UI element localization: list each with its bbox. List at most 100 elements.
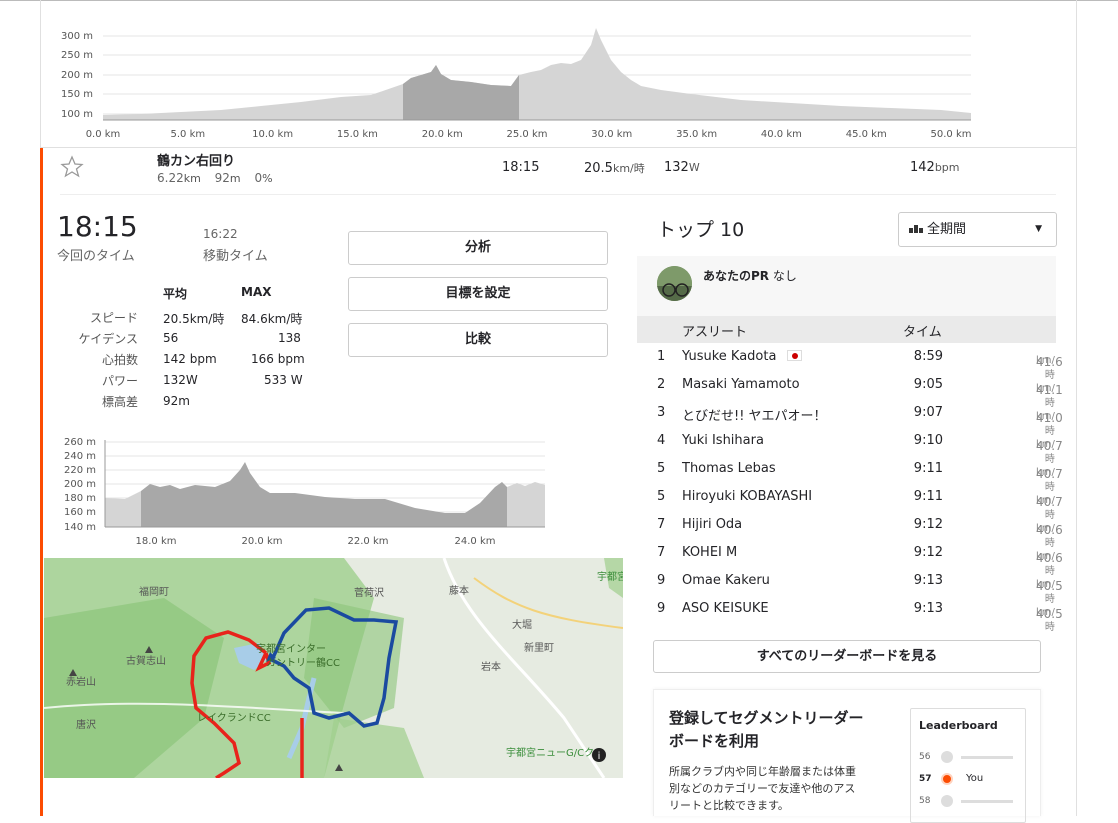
leaderboard-row[interactable]: 5 Thomas Lebas 9:11 40.7 km/時	[637, 455, 1063, 493]
leaderboard-row[interactable]: 2 Masaki Yamamoto 9:05 41.1 km/時	[637, 371, 1063, 409]
y-tick-label: 200 m	[64, 479, 96, 490]
speed-value: 20.5	[584, 161, 613, 176]
analyze-button[interactable]: 分析	[348, 231, 608, 265]
stat-avg-cadence: 56	[163, 331, 179, 345]
compare-button[interactable]: 比較	[348, 323, 608, 357]
y-tick-label: 250 m	[61, 50, 93, 61]
power-value: 132	[664, 160, 689, 175]
segment-grade: 0	[254, 171, 263, 185]
row-divider	[60, 194, 1056, 195]
x-tick-label: 40.0 km	[761, 129, 802, 140]
hr-unit: bpm	[934, 161, 960, 174]
map-label-okubo: 大堀	[512, 618, 532, 631]
card-rank-57: 57	[919, 774, 932, 784]
segment-map[interactable]: 福岡町 菅荷沢 藤本 宇都宮 大堀 新里町 岩本 古賀志山 赤岩山 唐沢 レイク…	[44, 558, 623, 778]
stat-avg-elev: 92m	[163, 394, 190, 408]
map-label-fukuoka: 福岡町	[139, 585, 169, 598]
lb-rank: 9	[657, 573, 666, 588]
distance-unit: km	[183, 172, 201, 185]
segment-hr: 142bpm	[910, 160, 960, 175]
lb-time: 9:05	[913, 377, 943, 392]
col-max-header: MAX	[241, 285, 272, 299]
lb-athlete-name[interactable]: Yuki Ishihara	[682, 433, 764, 448]
moving-time-label: 移動タイム	[203, 249, 268, 264]
x-tick-label: 30.0 km	[591, 129, 632, 140]
leaderboard-row[interactable]: 5 Hiroyuki KOBAYASHI 9:11 40.7 km/時	[637, 483, 1063, 521]
stat-label-speed: スピード	[89, 311, 138, 325]
map-label-koga: 古賀志山	[126, 654, 166, 667]
card-you: You	[966, 773, 984, 784]
stat-label-hr: 心拍数	[101, 353, 138, 367]
lb-time: 9:11	[913, 489, 943, 504]
x-tick-label: 20.0 km	[422, 129, 463, 140]
y-tick-label: 180 m	[64, 493, 96, 504]
favorite-star-icon[interactable]	[60, 155, 84, 179]
leaderboard-row[interactable]: 7 KOHEI M 9:12 40.6 km/時	[637, 539, 1063, 577]
leaderboard-row[interactable]: 1 Yusuke Kadota 8:59 41.6 km/時	[637, 343, 1063, 381]
x-tick-label: 10.0 km	[252, 129, 293, 140]
map-label-newcc: 宇都宮ニューG/Cク	[506, 746, 594, 759]
lb-athlete-name[interactable]: Omae Kakeru	[682, 573, 770, 588]
y-tick-label: 260 m	[64, 437, 96, 448]
stat-avg-speed: 20.5km/時	[163, 312, 225, 326]
lb-athlete-name[interactable]: ASO KEISUKE	[682, 601, 769, 616]
map-label-iwamoto: 岩本	[481, 660, 501, 673]
leaderboard-row[interactable]: 3 とびだせ!! ヤエパオー！ 9:07 41.0 km/時	[637, 399, 1063, 437]
lb-time: 9:12	[913, 517, 943, 532]
map-label-shiraishi: 菅荷沢	[354, 586, 384, 599]
leaderboard-row[interactable]: 9 ASO KEISUKE 9:13 40.5 km/時	[637, 595, 1063, 633]
map-label-interchange: 宇都宮インター	[256, 642, 326, 655]
lb-athlete-name[interactable]: Hiroyuki KOBAYASHI	[682, 489, 812, 504]
card-bar	[961, 800, 1013, 803]
activity-elevation-chart[interactable]: 300 m 250 m 200 m 150 m 100 m 0.0 km 5.0 km 10…	[41, 0, 1078, 148]
map-label-shinsato: 新里町	[524, 641, 554, 654]
lb-athlete-name[interactable]: とびだせ!! ヤエパオー！	[682, 405, 827, 424]
segment-elev: 92	[214, 171, 230, 185]
lb-athlete-name[interactable]: Masaki Yamamoto	[682, 377, 800, 392]
x-tick-label: 35.0 km	[676, 129, 717, 140]
y-tick-label: 220 m	[64, 465, 96, 476]
leaderboard-row[interactable]: 7 Hijiri Oda 9:12 40.6 km/時	[637, 511, 1063, 549]
period-filter-dropdown[interactable]: 全期間 ▼	[898, 212, 1057, 247]
segment-distance: 6.22	[157, 171, 184, 185]
info-icon[interactable]: i	[592, 748, 606, 762]
card-dot	[941, 751, 953, 763]
x-tick-label: 24.0 km	[455, 536, 496, 547]
lb-time: 9:13	[913, 601, 943, 616]
y-tick-label: 140 m	[64, 522, 96, 533]
lb-athlete-name[interactable]: KOHEI M	[682, 545, 737, 560]
lb-athlete-name[interactable]: Thomas Lebas	[682, 461, 776, 476]
lb-rank: 3	[657, 405, 666, 420]
card-rank-58: 58	[919, 796, 931, 806]
avatar[interactable]	[657, 266, 692, 301]
card-title: Leaderboard	[919, 719, 998, 732]
map-label-fujimoto: 藤本	[449, 584, 469, 597]
promo-title-1: 登録してセグメントリーダー	[669, 709, 864, 727]
leaderboard-row[interactable]: 4 Yuki Ishihara 9:10 40.7 km/時	[637, 427, 1063, 465]
pr-value: なし	[772, 269, 797, 283]
segment-highlight-area	[403, 65, 519, 120]
lb-athlete-name[interactable]: Hijiri Oda	[682, 517, 742, 532]
segment-name[interactable]: 鶴カン右回り	[157, 150, 235, 169]
lb-athlete-name[interactable]: Yusuke Kadota	[682, 349, 776, 364]
promo-title-2: ボードを利用	[669, 732, 760, 750]
segment-elevation-chart[interactable]: 260 m 240 m 220 m 200 m 180 m 160 m 140 m 18.0…	[55, 435, 555, 550]
view-all-leaderboards-button[interactable]: すべてのリーダーボードを見る	[653, 640, 1041, 673]
x-tick-label: 18.0 km	[136, 536, 177, 547]
lb-rank: 2	[657, 377, 666, 392]
japan-flag-icon	[787, 350, 803, 361]
map-label-karasawa: 唐沢	[76, 718, 96, 731]
stat-label-power: パワー	[101, 374, 138, 388]
set-goal-button[interactable]: 目標を設定	[348, 277, 608, 311]
leaderboard-row[interactable]: 9 Omae Kakeru 9:13 40.5 km/時	[637, 567, 1063, 605]
bar-chart-icon	[909, 213, 927, 233]
leaderboard-header: アスリート タイム	[637, 316, 1056, 343]
pr-text: あなたのPR なし	[703, 267, 797, 284]
promo-body-3: リートと比較できます。	[669, 799, 789, 812]
promo-body-1: 所属クラブ内や同じ年齢層または体重	[669, 765, 856, 778]
segment-speed: 20.5km/時	[584, 160, 645, 176]
pr-label: あなたのPR	[703, 269, 770, 283]
segment-time: 18:15	[502, 160, 540, 175]
segment-stats: 6.22km 92m 0%	[157, 171, 273, 185]
lb-rank: 5	[657, 489, 666, 504]
